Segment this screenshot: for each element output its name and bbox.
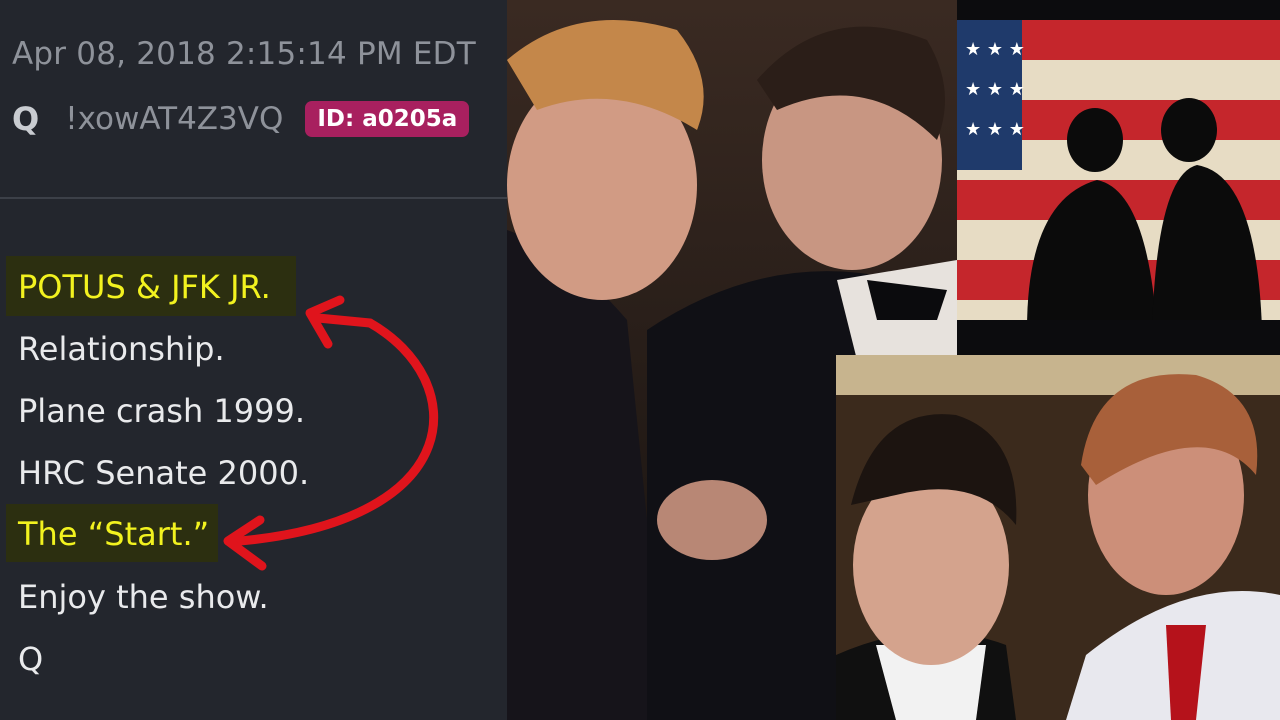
post-line-plane-crash: Plane crash 1999.	[18, 392, 306, 430]
svg-text:★ ★ ★: ★ ★ ★	[965, 39, 1025, 60]
post-panel: Apr 08, 2018 2:15:14 PM EDT Q !xowAT4Z3V…	[0, 0, 507, 720]
bottom-photo	[836, 355, 1280, 720]
post-author: Q	[12, 100, 40, 138]
post-divider	[0, 197, 507, 199]
svg-text:★ ★ ★: ★ ★ ★	[965, 119, 1025, 140]
post-line-potus-jfk: POTUS & JFK JR.	[18, 268, 271, 306]
post-line-relationship: Relationship.	[18, 330, 225, 368]
post-timestamp: Apr 08, 2018 2:15:14 PM EDT	[12, 36, 476, 72]
post-line-start: The “Start.”	[18, 515, 210, 553]
flag-silhouette-image: ★ ★ ★ ★ ★ ★ ★ ★ ★	[957, 0, 1280, 355]
svg-text:★ ★ ★: ★ ★ ★	[965, 79, 1025, 100]
post-tripcode: !xowAT4Z3VQ	[65, 101, 284, 137]
post-line-hrc-senate: HRC Senate 2000.	[18, 454, 310, 492]
post-line-signature: Q	[18, 640, 44, 678]
post-id-badge[interactable]: ID: a0205a	[305, 101, 470, 137]
post-author-row: Q !xowAT4Z3VQ ID: a0205a	[12, 98, 470, 140]
post-line-enjoy-show: Enjoy the show.	[18, 578, 269, 616]
